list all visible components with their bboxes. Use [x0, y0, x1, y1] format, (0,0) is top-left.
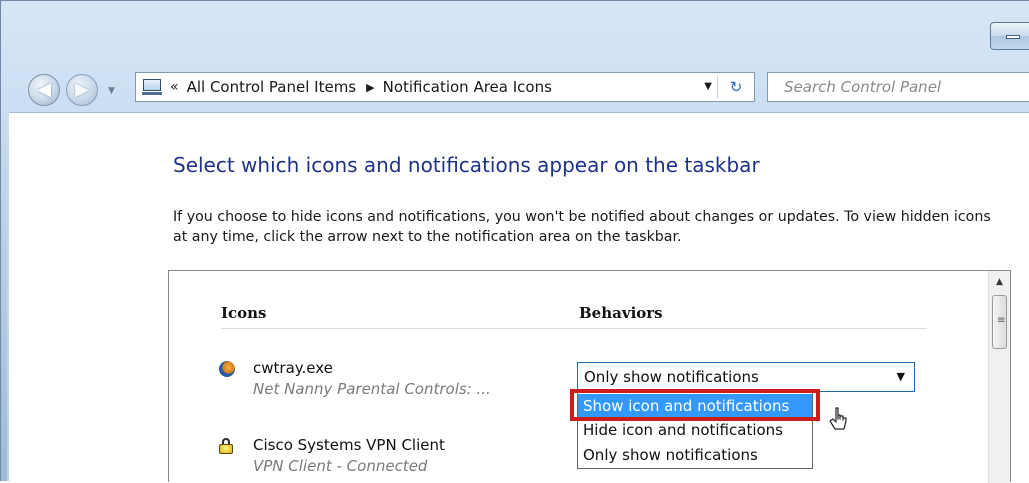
column-header-icons: Icons [221, 304, 267, 322]
content-area: Select which icons and notifications app… [9, 112, 1029, 483]
address-dropdown-icon[interactable]: ▼ [704, 81, 712, 92]
option-hide-icon-and-notifications[interactable]: Hide icon and notifications [578, 418, 812, 442]
item-description: VPN Client - Connected [253, 457, 428, 475]
behavior-select-value: Only show notifications [584, 368, 759, 386]
item-name: Cisco Systems VPN Client [253, 436, 445, 454]
minimize-icon [1006, 35, 1020, 39]
annotation-highlight-box [570, 389, 820, 421]
page-description: If you choose to hide icons and notifica… [173, 209, 991, 245]
column-header-behaviors: Behaviors [579, 304, 663, 322]
address-bar[interactable]: « All Control Panel Items ▶ Notification… [135, 72, 755, 102]
control-panel-icon [142, 78, 164, 96]
header-divider [221, 328, 927, 329]
address-divider [717, 76, 718, 98]
scroll-up-icon[interactable]: ▲ [989, 271, 1010, 291]
window-left-edge [1, 110, 7, 481]
navigation-buttons: ◀ ▶ ▼ [28, 72, 138, 112]
padlock-icon [219, 438, 235, 454]
page-title: Select which icons and notifications app… [173, 153, 760, 177]
breadcrumb-all-control-panel-items[interactable]: All Control Panel Items [187, 78, 357, 96]
forward-arrow-icon: ▶ [75, 79, 89, 100]
scroll-thumb[interactable]: ≡ [992, 295, 1007, 349]
minimize-button[interactable] [990, 22, 1029, 50]
cwtray-icon [219, 361, 235, 377]
option-only-show-notifications[interactable]: Only show notifications [578, 443, 812, 467]
notification-icons-list: Icons Behaviors cwtray.exe Net Nanny Par… [168, 270, 1011, 483]
breadcrumb-separator-icon[interactable]: ▶ [366, 81, 374, 94]
back-button[interactable]: ◀ [28, 74, 60, 106]
behavior-select[interactable]: Only show notifications ▼ [577, 362, 915, 392]
recent-pages-dropdown-icon[interactable]: ▼ [108, 86, 115, 96]
chevron-down-icon: ▼ [896, 370, 905, 383]
breadcrumb-overflow-chevron[interactable]: « [170, 79, 179, 95]
list-scrollbar[interactable]: ▲ ≡ [988, 271, 1010, 483]
grip-icon: ≡ [997, 315, 1006, 326]
refresh-icon[interactable]: ↻ [724, 76, 748, 98]
forward-button[interactable]: ▶ [66, 74, 98, 106]
item-description: Net Nanny Parental Controls: ... [253, 380, 491, 398]
search-input[interactable]: Search Control Panel [767, 72, 1029, 102]
item-name: cwtray.exe [253, 359, 333, 377]
mouse-cursor-icon [829, 407, 847, 430]
back-arrow-icon: ◀ [37, 79, 51, 100]
breadcrumb-notification-area-icons[interactable]: Notification Area Icons [383, 78, 552, 96]
